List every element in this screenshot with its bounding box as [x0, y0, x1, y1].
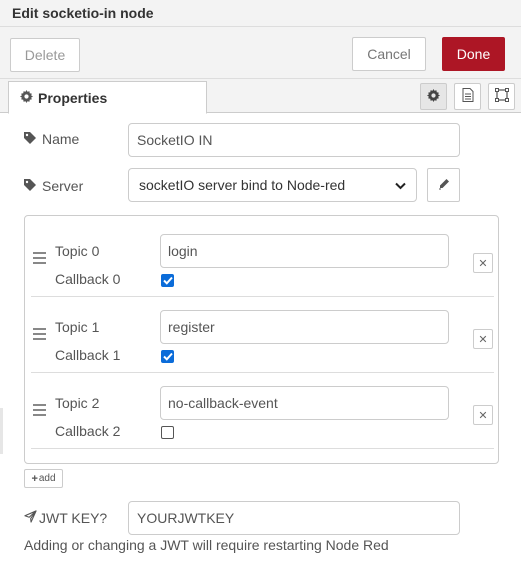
server-select-value: socketIO server bind to Node-red [139, 177, 346, 193]
tag-icon [24, 131, 36, 147]
callback-checkbox[interactable] [161, 274, 174, 287]
tab-properties[interactable]: Properties [8, 81, 207, 114]
resize-handle[interactable] [0, 408, 3, 454]
list-item: Topic 2 Callback 2 no-callback-event ✕ [31, 373, 494, 449]
dialog-toolbar: Delete Cancel Done [0, 27, 521, 79]
server-label: Server [42, 178, 84, 194]
check-icon [162, 276, 173, 285]
cancel-button[interactable]: Cancel [352, 37, 426, 71]
topic-input[interactable]: register [160, 310, 449, 344]
callback-label: Callback 0 [55, 271, 121, 287]
topic-label: Topic 0 [55, 243, 100, 259]
plus-icon: + [31, 472, 38, 485]
topic-input[interactable]: login [160, 234, 449, 268]
jwt-key-input[interactable]: YOURJWTKEY [128, 501, 460, 535]
server-label-row: Server [24, 178, 83, 194]
callback-label: Callback 2 [55, 423, 121, 439]
add-topic-button[interactable]: + add [24, 469, 63, 488]
close-icon: ✕ [478, 409, 488, 422]
close-icon: ✕ [478, 257, 488, 270]
topic-list: Topic 0 Callback 0 login ✕ Topic 1 Callb… [24, 215, 499, 464]
pencil-icon [438, 177, 450, 193]
name-label-row: Name [24, 131, 79, 147]
check-icon [162, 352, 173, 361]
callback-checkbox[interactable] [161, 426, 174, 439]
done-button[interactable]: Done [442, 37, 505, 71]
callback-checkbox[interactable] [161, 350, 174, 363]
tab-description[interactable] [454, 83, 481, 110]
callback-label: Callback 1 [55, 347, 121, 363]
drag-handle-icon[interactable] [33, 252, 46, 264]
drag-handle-icon[interactable] [33, 404, 46, 416]
tag-icon [24, 178, 36, 194]
edit-server-button[interactable] [427, 168, 460, 202]
tab-settings[interactable] [420, 83, 447, 110]
delete-button[interactable]: Delete [10, 38, 80, 72]
topic-label: Topic 2 [55, 395, 100, 411]
list-item: Topic 1 Callback 1 register ✕ [31, 297, 494, 373]
send-icon [24, 510, 37, 526]
name-label: Name [42, 131, 80, 147]
list-item: Topic 0 Callback 0 login ✕ [31, 221, 494, 297]
jwt-help-text: Adding or changing a JWT will require re… [24, 537, 389, 553]
remove-topic-button[interactable]: ✕ [473, 405, 493, 425]
topic-label: Topic 1 [55, 319, 100, 335]
jwt-label: JWT KEY? [39, 510, 108, 526]
tab-properties-label: Properties [38, 89, 108, 106]
add-label: add [38, 473, 56, 484]
name-input[interactable]: SocketIO IN [128, 123, 460, 157]
close-icon: ✕ [478, 333, 488, 346]
drag-handle-icon[interactable] [33, 328, 46, 340]
gear-icon [427, 88, 440, 105]
topic-input[interactable]: no-callback-event [160, 386, 449, 420]
chevron-down-icon [395, 177, 406, 193]
remove-topic-button[interactable]: ✕ [473, 253, 493, 273]
server-select[interactable]: socketIO server bind to Node-red [128, 168, 417, 202]
description-icon [462, 88, 474, 105]
tab-appearance[interactable] [488, 83, 515, 110]
appearance-icon [494, 88, 509, 105]
jwt-label-row: JWT KEY? [24, 510, 107, 526]
dialog-title: Edit socketio-in node [0, 0, 521, 27]
tab-bar: Properties [0, 79, 521, 114]
gear-icon [20, 89, 33, 106]
remove-topic-button[interactable]: ✕ [473, 329, 493, 349]
